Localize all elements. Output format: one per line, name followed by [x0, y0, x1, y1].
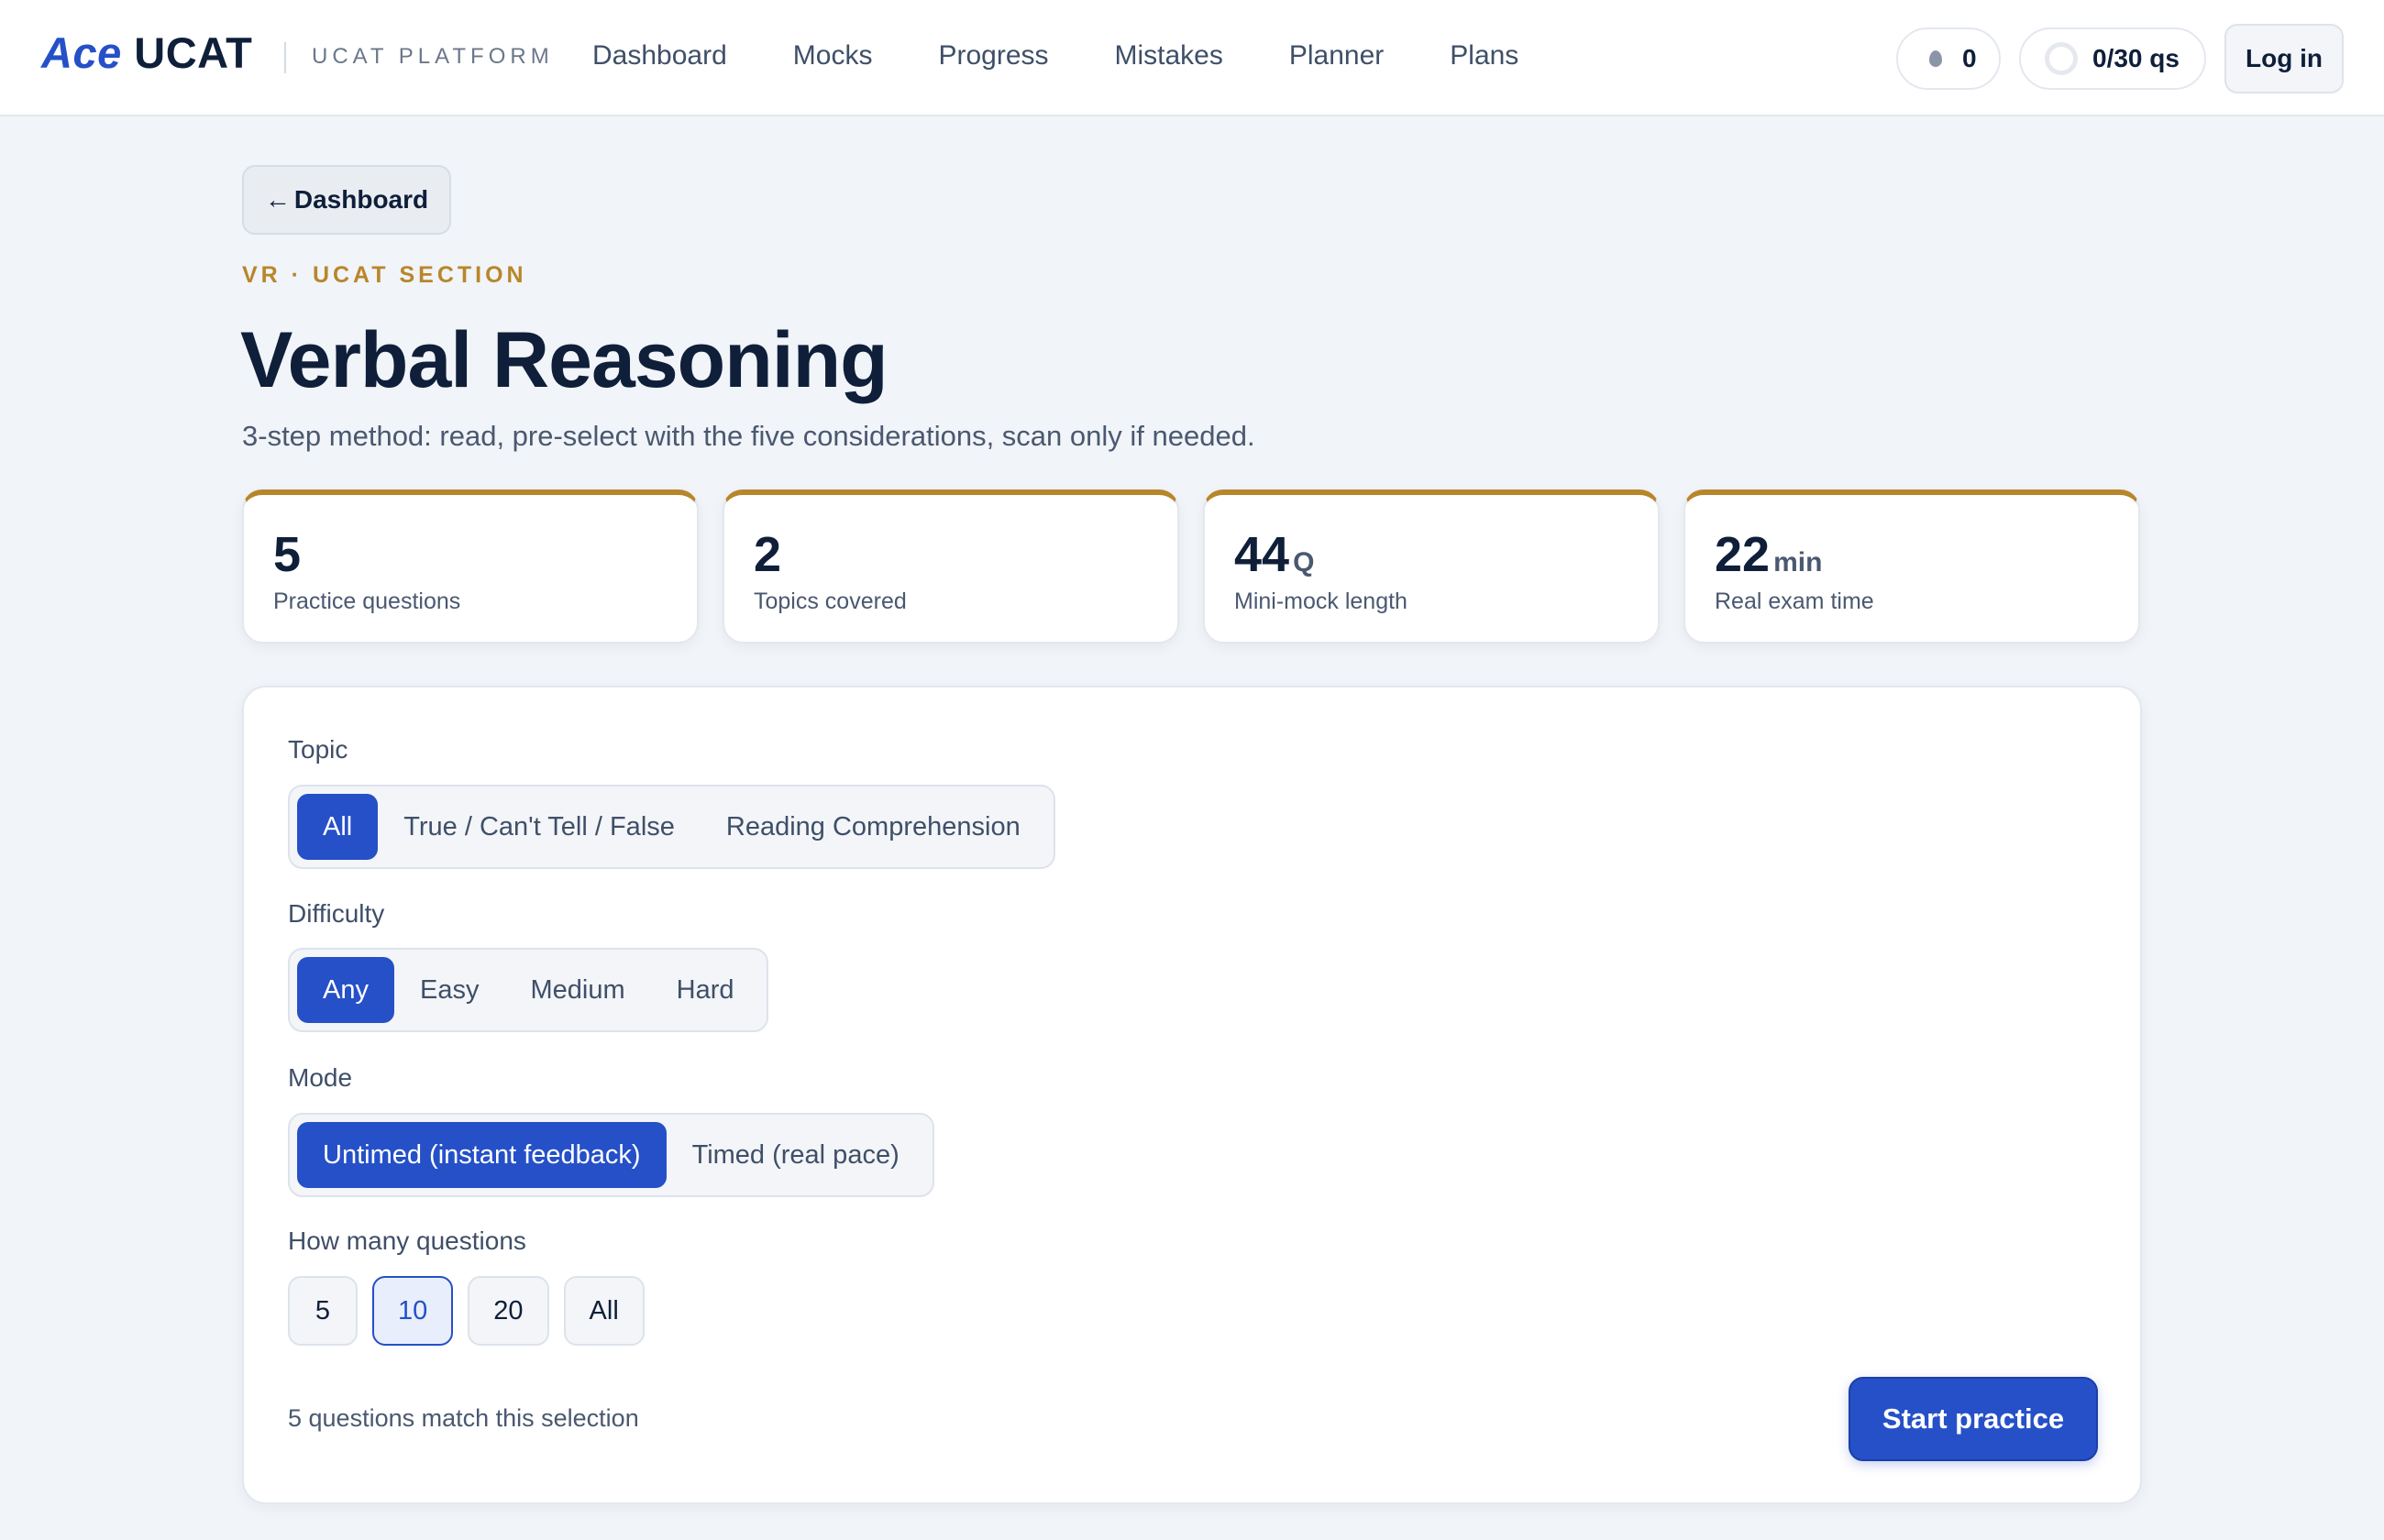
count-option-20[interactable]: 20: [468, 1276, 549, 1346]
nav-progress[interactable]: Progress: [938, 40, 1048, 72]
questions-progress-badge[interactable]: 0/30 qs: [2019, 28, 2206, 90]
match-count-text: 5 questions match this selection: [288, 1404, 639, 1432]
back-to-dashboard-button[interactable]: ← Dashboard: [242, 165, 451, 235]
start-practice-button[interactable]: Start practice: [1849, 1377, 2098, 1461]
stat-label: Topics covered: [754, 588, 907, 614]
stat-value: 2: [754, 527, 782, 582]
stat-value: 44 Q: [1234, 527, 1315, 582]
count-option-10[interactable]: 10: [372, 1276, 454, 1346]
logo-ucat: UCAT: [134, 28, 253, 77]
topic-option-all[interactable]: All: [297, 794, 379, 860]
nav-mistakes[interactable]: Mistakes: [1115, 40, 1223, 72]
questions-progress: 0/30 qs: [2092, 44, 2180, 72]
back-label: Dashboard: [293, 185, 429, 214]
mode-option-untimed[interactable]: Untimed (instant feedback): [297, 1122, 667, 1188]
logo[interactable]: Ace UCAT: [41, 28, 252, 78]
count-option-5[interactable]: 5: [288, 1276, 358, 1346]
stat-card-practice-questions: 5 Practice questions: [242, 490, 699, 644]
streak-badge[interactable]: 0: [1896, 28, 2001, 90]
stat-card-topics-covered: 2 Topics covered: [723, 490, 1179, 644]
stat-value: 5: [273, 527, 302, 582]
stat-label: Real exam time: [1715, 588, 1874, 614]
difficulty-option-hard[interactable]: Hard: [651, 957, 760, 1023]
topic-selector: All True / Can't Tell / False Reading Co…: [288, 785, 1055, 869]
difficulty-option-medium[interactable]: Medium: [504, 957, 650, 1023]
difficulty-selector: Any Easy Medium Hard: [288, 948, 769, 1032]
page-subtitle: 3-step method: read, pre-select with the…: [242, 420, 1255, 452]
mode-selector: Untimed (instant feedback) Timed (real p…: [288, 1113, 934, 1197]
arrow-left-icon: ←: [264, 185, 291, 214]
stat-label: Mini-mock length: [1234, 588, 1407, 614]
nav-planner[interactable]: Planner: [1289, 40, 1384, 72]
stat-card-mini-mock-length: 44 Q Mini-mock length: [1203, 490, 1660, 644]
section-eyebrow: VR · UCAT SECTION: [242, 262, 527, 288]
count-option-all[interactable]: All: [563, 1276, 645, 1346]
question-count-selector: 5 10 20 All: [288, 1276, 659, 1346]
mode-option-timed[interactable]: Timed (real pace): [667, 1122, 925, 1188]
practice-setup-panel: Topic All True / Can't Tell / False Read…: [242, 686, 2142, 1504]
mode-label: Mode: [288, 1063, 353, 1092]
flame-icon: [1929, 50, 1942, 67]
topic-option-reading[interactable]: Reading Comprehension: [701, 794, 1046, 860]
difficulty-option-easy[interactable]: Easy: [394, 957, 504, 1023]
stat-value: 22 min: [1715, 527, 1823, 582]
difficulty-option-any[interactable]: Any: [297, 957, 394, 1023]
count-label: How many questions: [288, 1226, 526, 1255]
nav-plans[interactable]: Plans: [1450, 40, 1518, 72]
stat-card-real-exam-time: 22 min Real exam time: [1683, 490, 2140, 644]
logo-divider: [284, 42, 286, 73]
topic-option-tcf[interactable]: True / Can't Tell / False: [378, 794, 701, 860]
nav-mocks[interactable]: Mocks: [793, 40, 873, 72]
top-header: Ace UCAT UCAT PLATFORM Dashboard Mocks P…: [0, 0, 2384, 116]
topic-label: Topic: [288, 735, 348, 764]
main-nav: Dashboard Mocks Progress Mistakes Planne…: [592, 40, 1584, 72]
difficulty-label: Difficulty: [288, 899, 385, 928]
nav-dashboard[interactable]: Dashboard: [592, 40, 727, 72]
login-button[interactable]: Log in: [2224, 24, 2344, 94]
page-title: Verbal Reasoning: [240, 316, 888, 404]
platform-label: UCAT PLATFORM: [312, 44, 554, 69]
progress-ring-icon: [2045, 42, 2078, 75]
stat-label: Practice questions: [273, 588, 461, 614]
logo-ace: Ace: [41, 28, 122, 77]
streak-count: 0: [1962, 44, 1977, 72]
